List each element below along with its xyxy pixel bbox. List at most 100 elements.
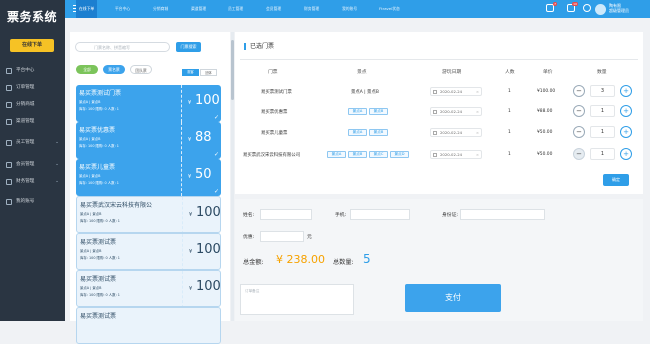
sidebar-item-account[interactable]: 我的账号	[0, 194, 65, 210]
discount-input[interactable]	[260, 231, 304, 242]
tab-finance[interactable]: 财务管理	[304, 0, 319, 18]
quantity-value[interactable]: 1	[590, 126, 615, 138]
increment-button[interactable]: +	[620, 126, 632, 138]
ticket-stock: 库存: 100 限购: 0 人数: 1	[80, 256, 120, 260]
ticket-scenic: 景点A | 景点B	[79, 100, 101, 104]
scenic-tag: 景点B	[369, 129, 388, 136]
ticket-stock: 库存: 100 限购: 0 人数: 1	[79, 107, 119, 111]
quantity-stepper[interactable]: −1 +	[573, 126, 633, 139]
clear-icon[interactable]: ×	[476, 88, 479, 96]
finance-icon	[6, 179, 12, 185]
order-remark-input[interactable]: 订单备注	[240, 284, 354, 315]
ticket-card[interactable]: 易买票测试门票 景点A | 景点B 库存: 100 限购: 0 人数: 1 ¥100 ✓	[76, 85, 221, 122]
increment-button[interactable]: +	[620, 85, 632, 97]
decrement-button[interactable]: −	[573, 105, 585, 117]
filter-group-button[interactable]: 团队票	[130, 65, 152, 74]
ticket-card[interactable]: 易买票测试票	[76, 307, 221, 344]
date-picker[interactable]: 2020-02-24 ×	[430, 128, 482, 137]
filter-ticket-button[interactable]: 票名票	[103, 65, 125, 74]
increment-button[interactable]: +	[620, 148, 632, 160]
price-value: 100	[196, 242, 221, 257]
discount-unit: 元	[307, 235, 312, 240]
total-count: 5	[363, 252, 371, 266]
quantity-value[interactable]: 1	[590, 105, 615, 117]
confirm-button[interactable]: 确定	[603, 174, 629, 186]
decrement-button[interactable]: −	[573, 85, 585, 97]
tab-ftravel[interactable]: Ftravel状态	[379, 0, 400, 18]
ticket-name: 易买票测试票	[80, 276, 117, 283]
tab-online-order[interactable]: 在线下单	[76, 0, 98, 18]
quantity-stepper[interactable]: −3 +	[573, 85, 633, 98]
ticket-card[interactable]: 易买票测试票 景点A | 景点B 库存: 100 限购: 0 人数: 1 ¥100	[76, 270, 221, 307]
tab-account[interactable]: 我的账号	[342, 0, 357, 18]
sidebar-item-staff[interactable]: 员工管理 ⌄	[0, 135, 65, 151]
sidebar-item-members[interactable]: 会员管理 ⌄	[0, 157, 65, 173]
search-button[interactable]: 门票搜索	[176, 42, 201, 52]
quantity-stepper[interactable]: −1 +	[573, 105, 633, 118]
id-card-input[interactable]	[460, 209, 545, 220]
search-input[interactable]: 门票名称、拼音缩写	[75, 42, 170, 52]
pay-button[interactable]: 支付	[405, 284, 501, 312]
tab-platform[interactable]: 平台中心	[115, 0, 130, 18]
tab-members[interactable]: 会员管理	[266, 0, 281, 18]
message-icon[interactable]: 10	[567, 2, 578, 12]
price-value: 100	[196, 279, 221, 294]
ticket-card[interactable]: 易买票儿童票 景点A | 景点B 库存: 100 限购: 0 人数: 1 ¥50 ✓	[76, 159, 221, 196]
channel-icon	[6, 119, 12, 125]
tab-shop[interactable]: 分销商城	[153, 0, 168, 18]
user-info[interactable]: 陶有限 超级管理员	[609, 3, 629, 13]
ticket-stock: 库存: 100 限购: 0 人数: 1	[80, 219, 120, 223]
filter-all-button[interactable]: 全部	[76, 65, 98, 74]
ticket-stock: 库存: 100 限购: 0 人数: 1	[80, 293, 120, 297]
name-input[interactable]	[260, 209, 312, 220]
row-price: ¥50.00	[537, 130, 553, 135]
increment-button[interactable]: +	[620, 105, 632, 117]
header-ticket: 门票	[268, 70, 278, 75]
notification-icon[interactable]: 7	[546, 2, 557, 12]
quantity-value[interactable]: 1	[590, 148, 615, 160]
user-icon[interactable]	[583, 4, 591, 12]
tab-staff[interactable]: 员工管理	[228, 0, 243, 18]
quantity-value[interactable]: 3	[590, 85, 615, 97]
decrement-button[interactable]: −	[573, 148, 585, 160]
chevron-down-icon: ⌄	[55, 162, 59, 167]
date-picker[interactable]: 2020-02-24 ×	[430, 107, 482, 116]
scrollbar-thumb[interactable]	[231, 40, 234, 100]
ticket-name: 易买票儿童票	[79, 164, 116, 171]
online-order-button[interactable]: 在线下单	[10, 39, 54, 52]
clear-icon[interactable]: ×	[476, 129, 479, 137]
row-scenic: 景点A | 景点B	[351, 90, 379, 95]
row-ticket-name: 易买票武汉宋云科技有限公司	[243, 153, 301, 158]
check-icon: ✓	[214, 114, 220, 121]
customer-form: 姓名: 手机: 身份证: 优惠: 元 总金额: ¥ 238.00 总数量: 5	[235, 199, 643, 276]
phone-input[interactable]	[350, 209, 410, 220]
scenic-tag: 景点D	[390, 151, 409, 158]
clear-icon[interactable]: ×	[476, 108, 479, 116]
staff-icon	[6, 140, 12, 146]
sidebar-item-platform[interactable]: 平台中心	[0, 63, 65, 79]
ticket-card[interactable]: 易买票优惠票 景点A | 景点B 库存: 100 限购: 0 人数: 1 ¥88 ✓	[76, 122, 221, 159]
quantity-stepper[interactable]: −1 +	[573, 148, 633, 161]
ticket-card[interactable]: 易买票武汉宋云科技有限公 景点A | 景点B 库存: 100 限购: 0 人数: 1…	[76, 196, 221, 233]
ticket-name: 易买票测试票	[80, 313, 117, 320]
tab-channel[interactable]: 渠道管理	[191, 0, 206, 18]
ticket-price: ¥100	[182, 234, 221, 269]
home-icon	[6, 68, 12, 74]
clear-icon[interactable]: ×	[476, 151, 479, 159]
ticket-name: 易买票武汉宋云科技有限公	[80, 202, 153, 209]
price-value: 50	[195, 167, 212, 182]
row-people: 1	[508, 89, 511, 94]
segment-group[interactable]: 团体	[200, 69, 217, 76]
date-picker[interactable]: 2020-02-24 ×	[430, 87, 482, 96]
sidebar-item-orders[interactable]: 订单管理	[0, 80, 65, 96]
segment-individual[interactable]: 散客	[182, 69, 199, 76]
sidebar: 票务系统 在线下单 平台中心 订单管理 分销商城 渠道管理 员工管理 ⌄ 会员管理…	[0, 0, 65, 321]
sidebar-item-shop[interactable]: 分销商城	[0, 97, 65, 113]
ticket-scenic: 景点A | 景点B	[80, 212, 102, 216]
decrement-button[interactable]: −	[573, 126, 585, 138]
date-picker[interactable]: 2020-02-24 ×	[430, 150, 482, 159]
ticket-card[interactable]: 易买票测试票 景点A | 景点B 库存: 100 限购: 0 人数: 1 ¥100	[76, 233, 221, 270]
sidebar-item-channel[interactable]: 渠道管理	[0, 114, 65, 130]
sidebar-item-finance[interactable]: 财务管理 ⌄	[0, 174, 65, 190]
avatar[interactable]	[595, 4, 606, 15]
